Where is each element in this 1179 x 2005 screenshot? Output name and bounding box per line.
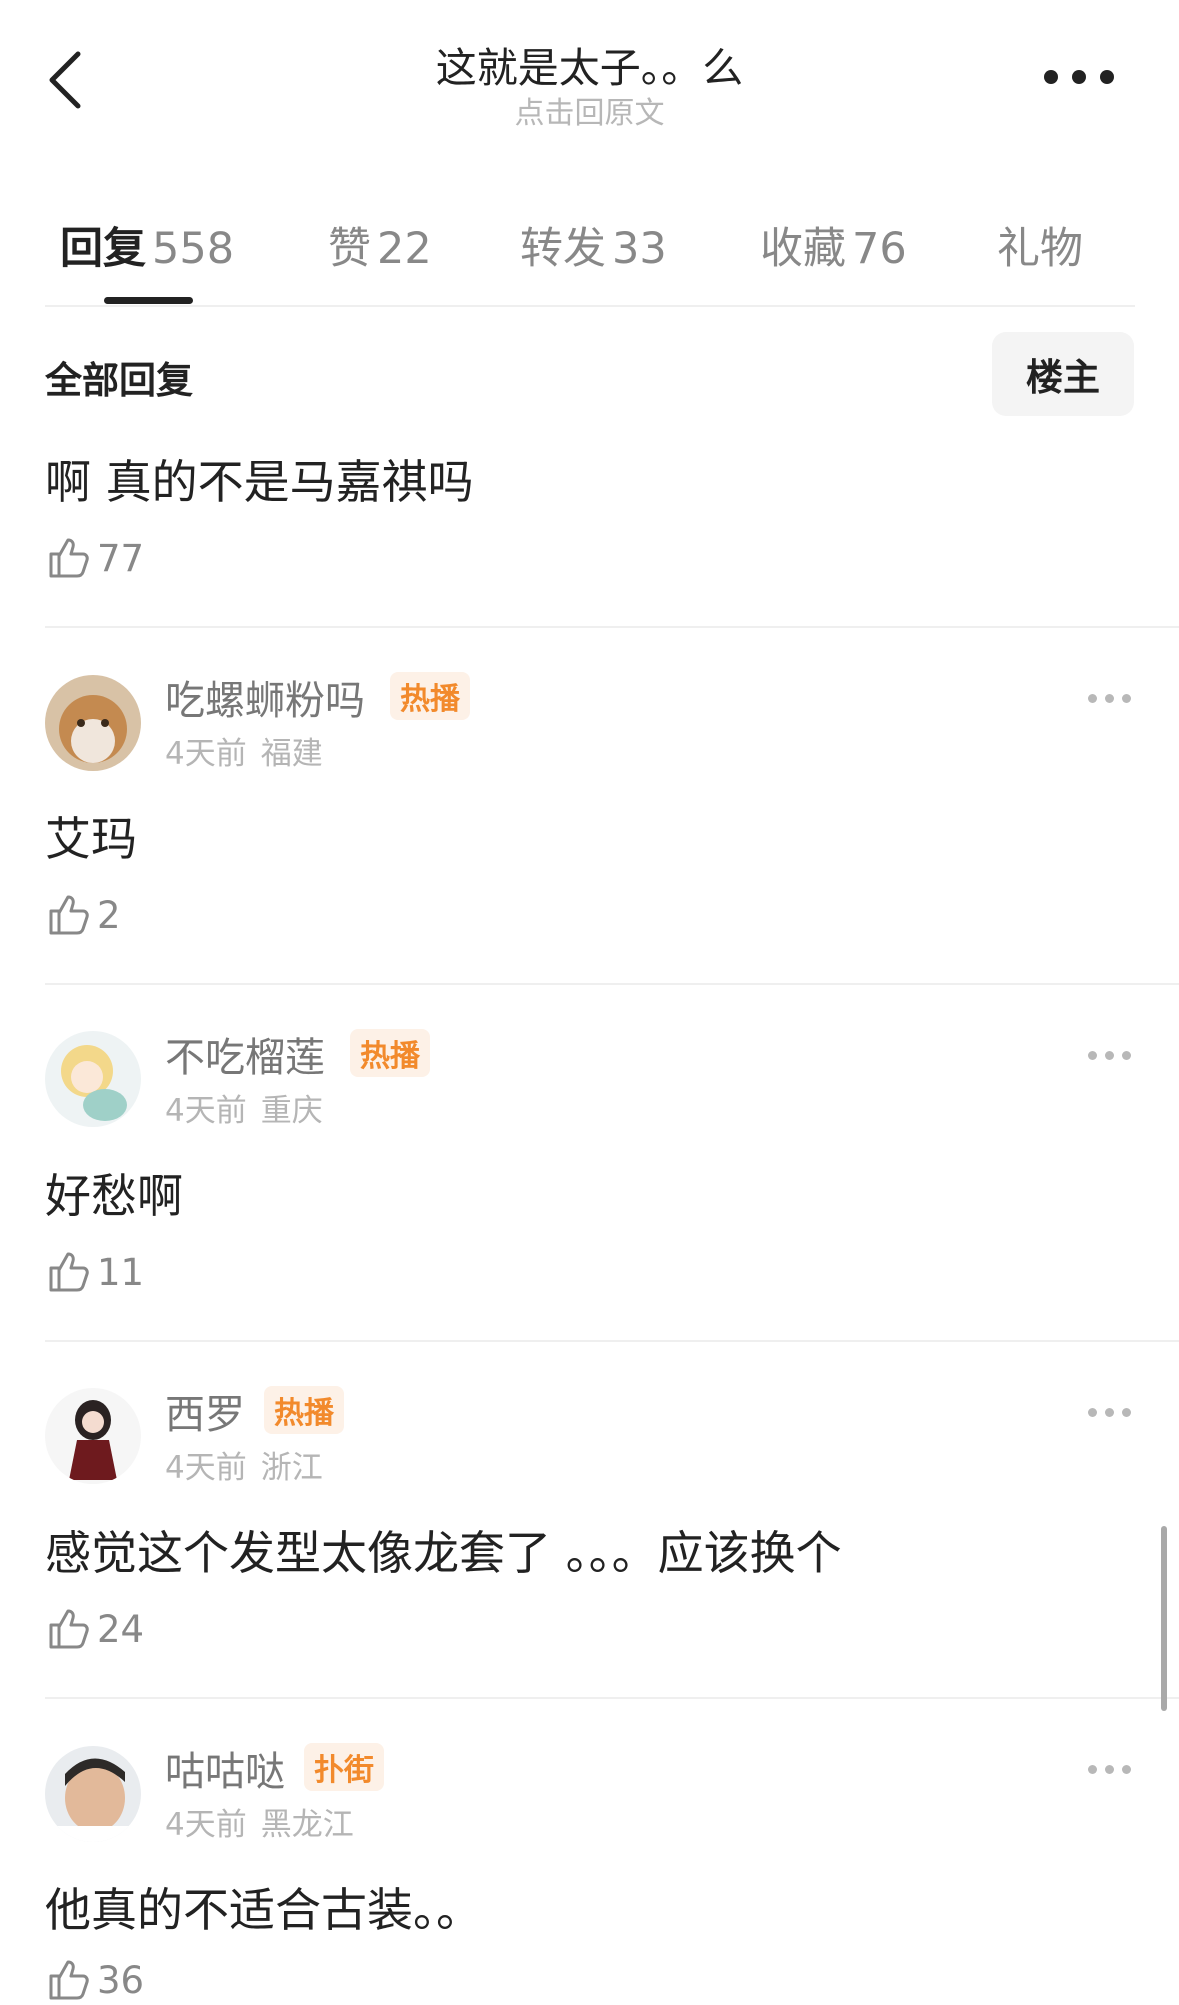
like-count: 2 [97, 893, 121, 937]
tab-replies[interactable]: 回复 558 [60, 214, 234, 276]
comment-time: 4天前 [165, 736, 247, 772]
face-avatar [45, 1746, 141, 1842]
tab-label: 收藏 [760, 224, 846, 274]
comment-text: 他真的不适合古装。。 [45, 1883, 482, 1937]
username[interactable]: 吃螺蛳粉吗 [165, 668, 365, 726]
divider [45, 1340, 1179, 1342]
character-avatar [45, 1388, 141, 1484]
thumbs-up-icon [49, 1609, 89, 1649]
thumbs-up-icon [49, 538, 89, 578]
comment-more-button[interactable] [1088, 1408, 1132, 1418]
divider [45, 626, 1179, 628]
comment-location: 黑龙江 [260, 1807, 354, 1843]
op-filter-button[interactable]: 楼主 [992, 332, 1134, 416]
comment-meta: 4天前 黑龙江 [165, 1799, 354, 1844]
avatar[interactable] [45, 675, 141, 771]
section-title: 全部回复 [45, 359, 193, 402]
divider [45, 1697, 1179, 1699]
like-button[interactable]: 11 [45, 1247, 144, 1297]
comment-time: 4天前 [165, 1807, 247, 1843]
divider [45, 983, 1179, 985]
status-badge: 热播 [390, 672, 470, 720]
comment-more-button[interactable] [1088, 1765, 1132, 1775]
active-tab-indicator [104, 297, 193, 304]
tab-count: 558 [152, 224, 235, 274]
avatar[interactable] [45, 1746, 141, 1842]
thumbs-up-icon [49, 895, 89, 935]
like-button[interactable]: 36 [45, 1955, 144, 2005]
tab-label: 礼物 [997, 224, 1083, 274]
tab-label: 回复 [60, 224, 146, 274]
like-button[interactable]: 2 [45, 890, 121, 940]
view-original-link[interactable]: 点击回原文 [0, 88, 1179, 132]
comment-time: 4天前 [165, 1450, 247, 1486]
more-icon [1088, 694, 1097, 703]
like-button[interactable]: 24 [45, 1604, 144, 1654]
tab-label: 转发 [520, 224, 606, 274]
more-icon [1044, 70, 1058, 84]
like-button[interactable]: 77 [45, 533, 144, 583]
username[interactable]: 西罗 [165, 1382, 245, 1440]
tab-count: 22 [377, 224, 432, 274]
comment-text: 感觉这个发型太像龙套了 。。。应该换个 [45, 1526, 842, 1580]
comment-text: 艾玛 [45, 812, 137, 866]
tab-favorites[interactable]: 收藏 76 [760, 214, 907, 276]
comment-location: 福建 [260, 736, 323, 772]
status-badge: 扑街 [304, 1743, 384, 1791]
comment-text: 啊 真的不是马嘉祺吗 [45, 455, 474, 509]
like-count: 77 [97, 536, 145, 580]
comment-time: 4天前 [165, 1093, 247, 1129]
username[interactable]: 不吃榴莲 [165, 1025, 325, 1083]
cat-avatar [45, 675, 141, 771]
avatar[interactable] [45, 1031, 141, 1127]
status-badge: 热播 [264, 1386, 344, 1434]
more-options-button[interactable] [1044, 70, 1114, 86]
scrollbar[interactable] [1161, 1526, 1167, 1711]
like-count: 24 [97, 1607, 145, 1651]
tab-reposts[interactable]: 转发 33 [520, 214, 667, 276]
comment-meta: 4天前 重庆 [165, 1085, 323, 1130]
like-count: 36 [97, 1958, 145, 2002]
tab-count: 33 [612, 224, 667, 274]
comment-meta: 4天前 浙江 [165, 1442, 323, 1487]
more-icon [1088, 1765, 1097, 1774]
more-icon [1088, 1408, 1097, 1417]
comment-text: 好愁啊 [45, 1169, 183, 1223]
username[interactable]: 咕咕哒 [165, 1739, 285, 1797]
comment-more-button[interactable] [1088, 1051, 1132, 1061]
avatar[interactable] [45, 1388, 141, 1484]
status-badge: 热播 [350, 1029, 430, 1077]
comment-meta: 4天前 福建 [165, 728, 323, 773]
comment-location: 浙江 [260, 1450, 323, 1486]
tab-gifts[interactable]: 礼物 [997, 214, 1083, 276]
comment-more-button[interactable] [1088, 694, 1132, 704]
thumbs-up-icon [49, 1960, 89, 2000]
tab-likes[interactable]: 赞 22 [328, 214, 432, 276]
like-count: 11 [97, 1250, 145, 1294]
tab-label: 赞 [328, 224, 371, 274]
anime-avatar [45, 1031, 141, 1127]
comment-location: 重庆 [260, 1093, 323, 1129]
more-icon [1088, 1051, 1097, 1060]
tab-count: 76 [852, 224, 907, 274]
page-title: 这就是太子。。么 [435, 44, 744, 92]
divider [45, 305, 1135, 307]
thumbs-up-icon [49, 1252, 89, 1292]
